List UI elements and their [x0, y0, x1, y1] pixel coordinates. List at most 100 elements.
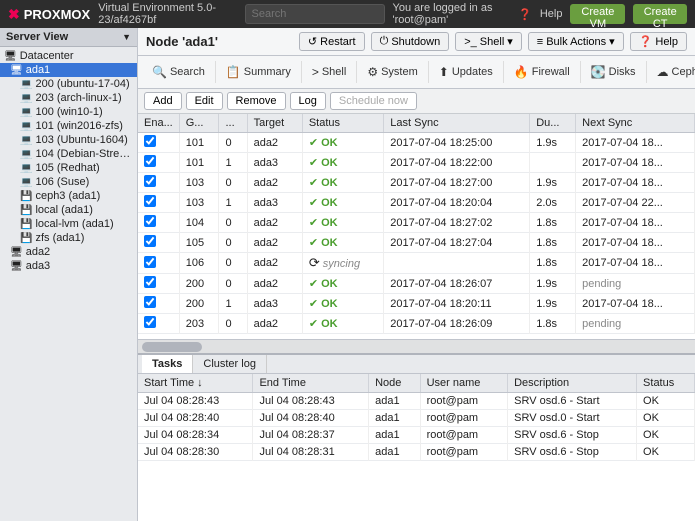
help-header-button[interactable]: ❓ Help [630, 32, 687, 51]
add-button[interactable]: Add [144, 92, 182, 110]
sidebar-item-datacenter[interactable]: 🖥Datacenter [0, 49, 137, 63]
row-checkbox-8[interactable] [144, 296, 156, 308]
sidebar-item-vm103[interactable]: 💻103 (Ubuntu-1604) [0, 133, 137, 147]
sidebar-item-local[interactable]: 💾local (ada1) [0, 203, 137, 217]
scrollbar-thumb[interactable] [142, 342, 202, 352]
remove-button[interactable]: Remove [227, 92, 286, 110]
sidebar-item-ada2[interactable]: 🖥ada2 [0, 245, 137, 259]
col-du---: Du... [530, 114, 576, 133]
log-button[interactable]: Log [290, 92, 326, 110]
shutdown-button[interactable]: ⏻ Shutdown [371, 32, 450, 51]
row-checkbox-7[interactable] [144, 276, 156, 288]
row-checkbox-1[interactable] [144, 155, 156, 167]
bulk-actions-button[interactable]: ≡ Bulk Actions ▾ [528, 32, 624, 51]
sidebar-item-vm101[interactable]: 💻101 (win2016-zfs) [0, 119, 137, 133]
subnav-item-summary[interactable]: 📋Summary [216, 61, 302, 83]
sidebar-item-zfs[interactable]: 💾zfs (ada1) [0, 231, 137, 245]
edit-button[interactable]: Edit [186, 92, 223, 110]
sidebar-item-vm106[interactable]: 💻106 (Suse) [0, 175, 137, 189]
table-cell: 2017-07-04 18:22:00 [384, 153, 530, 173]
horizontal-scrollbar[interactable] [138, 339, 695, 353]
sidebar-item-ceph3[interactable]: 💾ceph3 (ada1) [0, 189, 137, 203]
subnav-icon-summary: 📋 [226, 65, 241, 79]
table-cell: 2017-07-04 18:27:00 [384, 173, 530, 193]
table-cell: 1 [219, 193, 247, 213]
bottom-tab-cluster_log[interactable]: Cluster log [193, 355, 267, 373]
bottom-table-cell: OK [637, 393, 695, 410]
tree-label-local: local (ada1) [35, 204, 92, 216]
schedule-now-button[interactable]: Schedule now [330, 92, 417, 110]
table-cell [384, 253, 530, 274]
subnav-icon-ceph: ☁ [657, 65, 669, 79]
subnav-icon-shell: > [312, 65, 319, 79]
bottom-tab-tasks[interactable]: Tasks [142, 355, 193, 373]
tree-label-datacenter: Datacenter [20, 50, 74, 62]
table-row: 2001ada3✔ OK2017-07-04 18:20:111.9s2017-… [138, 294, 695, 314]
subnav-item-shell[interactable]: >Shell [302, 61, 357, 83]
table-cell: 2017-07-04 18:27:04 [384, 233, 530, 253]
status-ok-icon: ✔ [309, 177, 318, 189]
table-row: 1040ada2✔ OK2017-07-04 18:27:021.8s2017-… [138, 213, 695, 233]
table-row: 2000ada2✔ OK2017-07-04 18:26:071.9spendi… [138, 274, 695, 294]
table-cell: 105 [179, 233, 219, 253]
col-g---: G... [179, 114, 219, 133]
tree-icon-vm104: 💻 [20, 149, 32, 160]
table-cell: 1 [219, 294, 247, 314]
subnav-item-firewall[interactable]: 🔥Firewall [504, 61, 581, 83]
user-info: You are logged in as 'root@pam' [393, 2, 511, 26]
row-checkbox-3[interactable] [144, 195, 156, 207]
sidebar-item-vm203[interactable]: 💻203 (arch-linux-1) [0, 91, 137, 105]
bottom-table-cell: ada1 [369, 410, 420, 427]
bottom-table-cell: Jul 04 08:28:34 [138, 427, 253, 444]
sidebar-item-vm100[interactable]: 💻100 (win10-1) [0, 105, 137, 119]
bottom-table-cell: Jul 04 08:28:40 [138, 410, 253, 427]
help-button[interactable]: Help [540, 8, 563, 20]
node-header: Node 'ada1' ↺ Restart ⏻ Shutdown >_ Shel… [138, 28, 695, 56]
bottom-table-cell: root@pam [420, 444, 508, 461]
sub-nav: 🔍Search📋Summary>Shell⚙System⬆Updates🔥Fir… [138, 56, 695, 89]
sidebar-item-ada1[interactable]: 🖥ada1 [0, 63, 137, 77]
subnav-item-search[interactable]: 🔍Search [142, 61, 216, 83]
bottom-table-wrapper: Start Time ↓End TimeNodeUser nameDescrip… [138, 374, 695, 521]
table-cell: 2017-07-04 18... [576, 233, 695, 253]
table-cell: 101 [179, 133, 219, 153]
table-cell: 2017-07-04 18... [576, 253, 695, 274]
row-checkbox-6[interactable] [144, 256, 156, 268]
tree-label-vm103: 103 (Ubuntu-1604) [35, 134, 127, 146]
create-vm-button[interactable]: Create VM [570, 4, 625, 24]
sidebar-item-vm104[interactable]: 💻104 (Debian-Stretch) [0, 147, 137, 161]
status-ok-text: OK [321, 278, 338, 290]
row-checkbox-2[interactable] [144, 175, 156, 187]
tree-label-vm106: 106 (Suse) [35, 176, 89, 188]
tree-label-vm104: 104 (Debian-Stretch) [35, 148, 133, 160]
bottom-table-cell: SRV osd.6 - Stop [508, 444, 637, 461]
table-row: 1011ada3✔ OK2017-07-04 18:22:002017-07-0… [138, 153, 695, 173]
create-ct-button[interactable]: Create CT [633, 4, 687, 24]
table-cell: 1.8s [530, 213, 576, 233]
subnav-item-disks[interactable]: 💽Disks [581, 61, 647, 83]
table-cell: 1.9s [530, 294, 576, 314]
bottom-table-cell: Jul 04 08:28:31 [253, 444, 369, 461]
table-cell: 2017-07-04 18:26:09 [384, 314, 530, 334]
sidebar-item-locallvm[interactable]: 💾local-lvm (ada1) [0, 217, 137, 231]
row-checkbox-5[interactable] [144, 235, 156, 247]
table-cell: ada2 [247, 213, 302, 233]
toolbar: Add Edit Remove Log Schedule now [138, 89, 695, 114]
table-cell: ada2 [247, 133, 302, 153]
subnav-item-updates[interactable]: ⬆Updates [429, 61, 504, 83]
sidebar-item-vm200[interactable]: 💻200 (ubuntu-17-04) [0, 77, 137, 91]
sidebar-item-vm105[interactable]: 💻105 (Redhat) [0, 161, 137, 175]
restart-button[interactable]: ↺ Restart [299, 32, 365, 51]
sidebar-item-ada3[interactable]: 🖥ada3 [0, 259, 137, 273]
search-input[interactable] [245, 4, 385, 24]
subnav-item-system[interactable]: ⚙System [357, 61, 428, 83]
subnav-label-search: Search [170, 66, 205, 78]
row-checkbox-0[interactable] [144, 135, 156, 147]
bottom-table-cell: OK [637, 410, 695, 427]
row-checkbox-9[interactable] [144, 316, 156, 328]
tree-icon-datacenter: 🖥 [4, 51, 17, 62]
subnav-item-ceph[interactable]: ☁Ceph [647, 61, 695, 83]
tree-area: 🖥Datacenter🖥ada1💻200 (ubuntu-17-04)💻203 … [0, 47, 137, 521]
row-checkbox-4[interactable] [144, 215, 156, 227]
shell-button[interactable]: >_ Shell ▾ [455, 32, 522, 51]
